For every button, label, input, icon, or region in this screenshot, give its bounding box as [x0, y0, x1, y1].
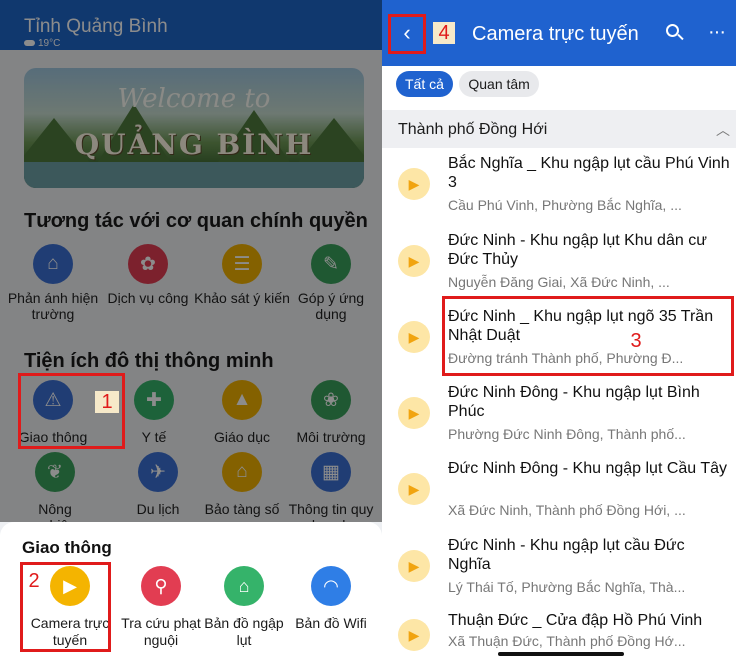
highlight-box-camera-item	[442, 296, 734, 376]
step-tag-3: 3	[630, 330, 642, 352]
flood-map-icon: ⌂	[224, 566, 264, 606]
camera-title: Đức Ninh Đông - Khu ngập lụt Cầu Tây	[448, 460, 728, 477]
camera-icon: ▶	[398, 397, 430, 429]
camera-title: Đức Ninh - Khu ngập lụt cầu Đức Nghĩa	[448, 537, 685, 573]
sheet-item-wifi-map[interactable]: ◠ Bản đồ Wifi	[283, 566, 379, 632]
search-button[interactable]	[662, 20, 688, 46]
more-button[interactable]: ···	[708, 21, 726, 44]
camera-list-item[interactable]: ▶ Đức Ninh Đông - Khu ngập lụt Bình Phúc…	[382, 383, 736, 459]
camera-address: Xã Đức Ninh, Thành phố Đồng Hới, ...	[448, 502, 686, 518]
sheet-item-fine-lookup[interactable]: ⚲ Tra cứu phạt nguội	[113, 566, 209, 649]
camera-icon: ▶	[398, 473, 430, 505]
camera-list-item[interactable]: ▶ Thuận Đức _ Cửa đập Hồ Phú Vinh Xã Thu…	[382, 611, 736, 655]
wifi-icon: ◠	[311, 566, 351, 606]
camera-icon: ▶	[398, 321, 430, 353]
home-indicator	[498, 652, 624, 656]
camera-icon: ▶	[398, 245, 430, 277]
home-screen: Tỉnh Quảng Bình 19°C Welcome to QUẢNG BÌ…	[0, 0, 382, 659]
step-tag-1: 1	[95, 391, 119, 413]
page-title: Camera trực tuyến	[472, 23, 639, 45]
fine-lookup-icon: ⚲	[141, 566, 181, 606]
camera-list-item[interactable]: ▶ Đức Ninh - Khu ngập lụt cầu Đức Nghĩa …	[382, 536, 736, 612]
camera-list-screen: ‹ Camera trực tuyến ··· 4 Tất cả Quan tâ…	[382, 0, 736, 659]
chevron-up-icon: ︿	[716, 122, 730, 138]
camera-icon: ▶	[398, 550, 430, 582]
camera-address: Lý Thái Tố, Phường Bắc Nghĩa, Thà...	[448, 579, 686, 595]
camera-icon: ▶	[398, 619, 430, 651]
camera-title: Đức Ninh - Khu ngập lụt Khu dân cư Đức T…	[448, 232, 707, 268]
sheet-title: Giao thông	[22, 538, 112, 557]
camera-title: Thuận Đức _ Cửa đập Hồ Phú Vinh	[448, 612, 703, 629]
filter-chips: Tất cả Quan tâm	[396, 71, 541, 97]
camera-address: Cầu Phú Vinh, Phường Bắc Nghĩa, ...	[448, 197, 682, 213]
camera-address: Nguyễn Đăng Giai, Xã Đức Ninh, ...	[448, 274, 670, 290]
sheet-item-flood-map[interactable]: ⌂ Bản đồ ngập lụt	[196, 566, 292, 649]
group-name: Thành phố Đồng Hới	[398, 121, 548, 138]
sheet-item-label: Bản đồ ngập lụt	[204, 615, 284, 648]
sheet-item-label: Bản đồ Wifi	[295, 615, 367, 631]
camera-icon: ▶	[398, 168, 430, 200]
camera-address: Xã Thuận Đức, Thành phố Đồng Hớ...	[448, 633, 686, 649]
camera-title: Đức Ninh Đông - Khu ngập lụt Bình Phúc	[448, 384, 700, 420]
camera-list-item[interactable]: ▶ Bắc Nghĩa _ Khu ngập lụt cầu Phú Vinh …	[382, 154, 736, 230]
chip-all[interactable]: Tất cả	[396, 71, 453, 97]
chip-favorite[interactable]: Quan tâm	[459, 71, 539, 97]
camera-address: Phường Đức Ninh Đông, Thành phố...	[448, 426, 686, 442]
step-tag-4: 4	[433, 22, 455, 44]
camera-list-item[interactable]: ▶ Đức Ninh Đông - Khu ngập lụt Cầu Tây X…	[382, 459, 736, 535]
camera-title: Bắc Nghĩa _ Khu ngập lụt cầu Phú Vinh 3	[448, 155, 730, 191]
step-tag-2: 2	[28, 570, 40, 592]
highlight-box-back	[388, 14, 426, 54]
group-header[interactable]: Thành phố Đồng Hới ︿	[382, 110, 736, 148]
sheet-item-label: Tra cứu phạt nguội	[121, 615, 201, 648]
